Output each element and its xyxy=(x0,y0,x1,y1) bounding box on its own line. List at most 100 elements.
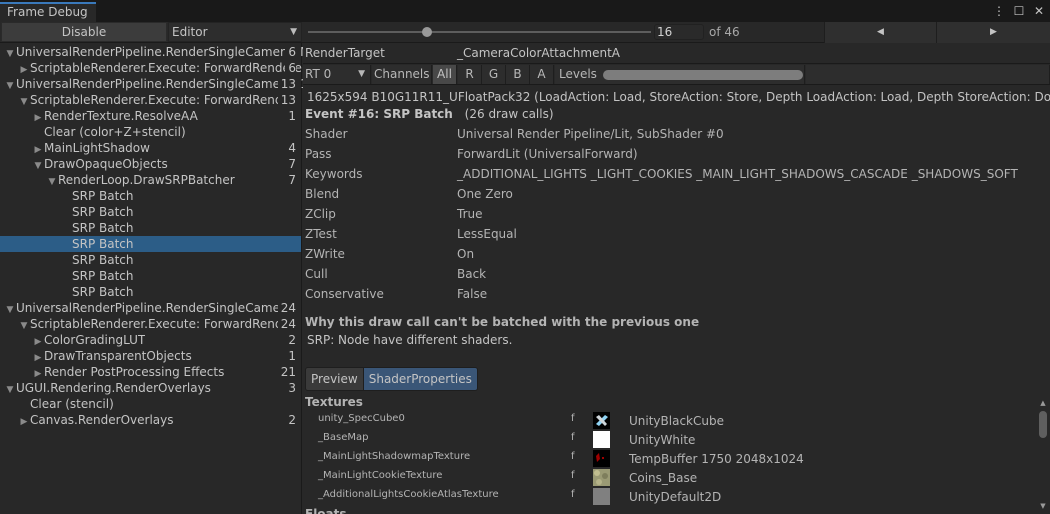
texture-stage: f xyxy=(571,451,575,462)
tree-item[interactable]: SRP Batch xyxy=(0,268,301,284)
texture-value[interactable]: UnityWhite xyxy=(629,430,695,450)
tree-item[interactable]: ▼ UniversalRenderPipeline.RenderSingleCam… xyxy=(0,44,311,60)
texture-value[interactable]: TempBuffer 1750 2048x1024 xyxy=(629,449,804,469)
channel-g-button[interactable]: G xyxy=(482,65,506,84)
tree-item[interactable]: Clear (stencil) xyxy=(0,396,301,412)
tree-item-label: ScriptableRenderer.Execute: ForwardRende… xyxy=(30,317,295,331)
scroll-down-icon[interactable]: ▼ xyxy=(1036,502,1050,510)
textures-heading: Textures xyxy=(305,395,363,409)
event-details: RenderTarget _CameraColorAttachmentA RT … xyxy=(303,43,1050,514)
texture-value[interactable]: UnityBlackCube xyxy=(629,411,724,431)
tree-item[interactable]: ▶ Render PostProcessing Effects 21 xyxy=(0,364,301,380)
tree-item-count: 4 xyxy=(285,140,296,156)
tree-item[interactable]: ▼ RenderLoop.DrawSRPBatcher 7 xyxy=(0,172,301,188)
tree-item-label: DrawOpaqueObjects xyxy=(44,157,168,171)
tree-item[interactable]: ▼ UGUI.Rendering.RenderOverlays 3 xyxy=(0,380,301,396)
tree-item-label: DrawTransparentObjects xyxy=(44,349,192,363)
tree-item-label: Clear (color+Z+stencil) xyxy=(44,125,186,139)
levels-range-slider[interactable] xyxy=(603,70,803,80)
tree-item-label: Canvas.RenderOverlays xyxy=(30,413,174,427)
channel-b-button[interactable]: B xyxy=(506,65,530,84)
tree-item[interactable]: SRP Batch xyxy=(0,284,301,300)
property-key: ZWrite xyxy=(305,247,345,261)
tree-item[interactable]: ▶ ColorGradingLUT 2 xyxy=(0,332,301,348)
floats-heading: Floats xyxy=(305,507,347,514)
texture-thumbnail-icon[interactable] xyxy=(593,431,610,448)
texture-thumbnail-icon[interactable] xyxy=(593,469,610,486)
property-value: _ADDITIONAL_LIGHTS _LIGHT_COOKIES _MAIN_… xyxy=(457,167,1018,181)
target-dropdown-value: Editor xyxy=(172,25,208,39)
texture-thumbnail-icon[interactable] xyxy=(593,450,610,467)
tree-item[interactable]: SRP Batch xyxy=(0,188,301,204)
scrollbar-thumb[interactable] xyxy=(1039,411,1047,438)
tree-item[interactable]: ▼ DrawOpaqueObjects 7 xyxy=(0,156,301,172)
texture-value[interactable]: UnityDefault2D xyxy=(629,487,721,507)
next-event-button[interactable]: ▶ xyxy=(936,22,1050,43)
slider-thumb[interactable] xyxy=(421,27,432,37)
tree-item-label: SRP Batch xyxy=(72,205,134,219)
texture-thumbnail-icon[interactable] xyxy=(593,412,610,429)
channel-all-button[interactable]: All xyxy=(433,65,457,84)
chevron-down-icon: ▼ xyxy=(290,27,297,37)
more-menu-icon[interactable]: ⋮ xyxy=(992,3,1006,19)
tree-item[interactable]: ▶ RenderTexture.ResolveAA 1 xyxy=(0,108,301,124)
tree-item[interactable]: SRP Batch xyxy=(0,252,301,268)
render-target-label: RenderTarget xyxy=(305,46,385,60)
tab-shader-properties[interactable]: ShaderProperties xyxy=(362,368,477,390)
previous-event-button[interactable]: ◀ xyxy=(824,22,936,43)
tree-item[interactable]: ▶ Canvas.RenderOverlays 2 xyxy=(0,412,301,428)
tree-item-count: 1 xyxy=(285,108,296,124)
texture-value[interactable]: Coins_Base xyxy=(629,468,697,488)
maximize-icon[interactable]: ☐ xyxy=(1012,3,1026,19)
close-icon[interactable]: ✕ xyxy=(1032,3,1046,19)
tree-item-label: RenderLoop.DrawSRPBatcher xyxy=(58,173,235,187)
properties-scrollbar[interactable]: ▲ ▼ xyxy=(1036,395,1050,514)
collapse-arrow-icon[interactable]: ▶ xyxy=(18,414,30,430)
tree-item[interactable]: ▼ ScriptableRenderer.Execute: ForwardRend… xyxy=(0,92,301,108)
tree-item[interactable]: Clear (color+Z+stencil) xyxy=(0,124,301,140)
chevron-down-icon: ▼ xyxy=(358,69,365,79)
tree-item-count: 7 xyxy=(285,156,296,172)
channel-r-button[interactable]: R xyxy=(458,65,482,84)
event-index-input[interactable]: 16 xyxy=(654,24,704,40)
property-key: Pass xyxy=(305,147,332,161)
target-dropdown[interactable]: Editor ▼ xyxy=(168,22,302,42)
levels-control[interactable]: Levels xyxy=(555,65,805,84)
channels-row: RT 0 ▼ Channels All R G B A Levels xyxy=(303,65,1050,85)
tree-item[interactable]: ▼ UniversalRenderPipeline.RenderSingleCam… xyxy=(0,300,301,316)
tree-item[interactable]: ▶ ScriptableRenderer.Execute: ForwardRend… xyxy=(0,60,302,76)
tab-preview[interactable]: Preview xyxy=(306,368,363,390)
property-value: On xyxy=(457,247,475,261)
tree-item-label: MainLightShadow xyxy=(44,141,150,155)
property-row: Keywords _ADDITIONAL_LIGHTS _LIGHT_COOKIE… xyxy=(305,164,1045,184)
arrow-right-icon: ▶ xyxy=(990,27,997,37)
tree-item[interactable]: ▼ ScriptableRenderer.Execute: ForwardRend… xyxy=(0,316,301,332)
scroll-up-icon[interactable]: ▲ xyxy=(1036,399,1050,407)
event-tree: ▼ UniversalRenderPipeline.RenderSingleCam… xyxy=(0,43,315,514)
details-tabs: Preview ShaderProperties xyxy=(305,367,478,391)
tree-item[interactable]: ▶ DrawTransparentObjects 1 xyxy=(0,348,301,364)
texture-property-name: unity_SpecCube0 xyxy=(318,413,405,424)
tab-frame-debug[interactable]: Frame Debug xyxy=(0,2,96,22)
texture-row: unity_SpecCube0 f UnityBlackCube xyxy=(303,411,1033,430)
tree-item[interactable]: SRP Batch xyxy=(0,236,301,252)
disable-button[interactable]: Disable xyxy=(1,22,167,42)
tree-item-label: SRP Batch xyxy=(72,189,134,203)
tree-item[interactable]: SRP Batch xyxy=(0,220,301,236)
property-value: Universal Render Pipeline/Lit, SubShader… xyxy=(457,127,724,141)
texture-property-name: _BaseMap xyxy=(318,432,369,443)
tree-item[interactable]: SRP Batch xyxy=(0,204,301,220)
property-row: Shader Universal Render Pipeline/Lit, Sub… xyxy=(305,124,1045,144)
texture-property-name: _AdditionalLightsCookieAtlasTexture xyxy=(318,489,499,500)
property-key: Cull xyxy=(305,267,328,281)
texture-thumbnail-icon[interactable] xyxy=(593,488,610,505)
tree-item[interactable]: ▶ MainLightShadow 4 xyxy=(0,140,301,156)
levels-label: Levels xyxy=(559,67,597,81)
property-value: LessEqual xyxy=(457,227,517,241)
channel-a-button[interactable]: A xyxy=(530,65,554,84)
rt-dropdown[interactable]: RT 0 ▼ xyxy=(303,65,371,84)
tree-item[interactable]: ▼ UniversalRenderPipeline.RenderSingleCam… xyxy=(0,76,315,92)
tree-item-label: RenderTexture.ResolveAA xyxy=(44,109,198,123)
event-slider[interactable] xyxy=(306,22,651,42)
toolbar: Disable Editor ▼ 16 of 46 ◀ ▶ xyxy=(0,22,1050,43)
